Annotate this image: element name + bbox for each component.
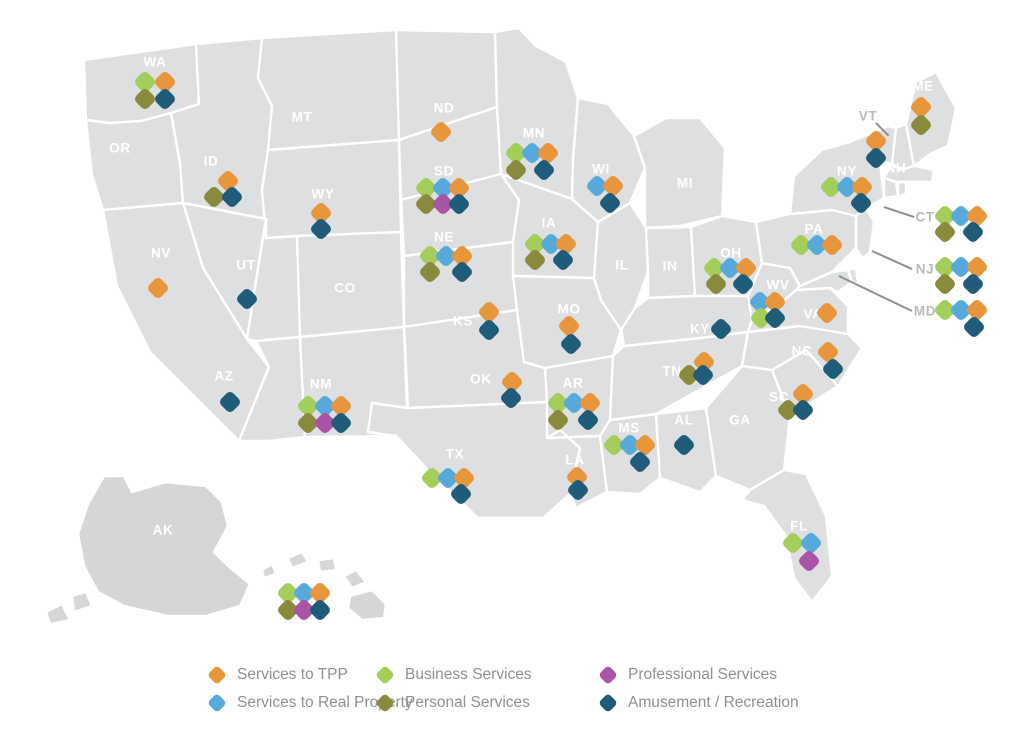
legend-item-amusement_recreation[interactable]: Amusement / Recreation <box>598 693 801 713</box>
state-shape-WY <box>260 138 403 240</box>
state-shape-AK <box>44 474 252 626</box>
legend-label-amusement_recreation: Amusement / Recreation <box>628 694 799 711</box>
legend-row-bottom: Services to Real Property Personal Servic… <box>207 693 801 713</box>
legend-swatch-personal_services-icon <box>375 693 395 713</box>
legend-label-professional_services: Professional Services <box>628 666 778 683</box>
state-shape-CT <box>882 176 900 200</box>
legend-swatch-professional_services-icon <box>598 665 618 685</box>
legend-item-professional_services[interactable]: Professional Services <box>598 665 801 685</box>
legend-item-services_real_property[interactable]: Services to Real Property <box>207 693 413 713</box>
state-shape-CO <box>295 230 406 339</box>
state-shape-MT <box>256 28 401 152</box>
legend: Services to TPP Business Services Professi… <box>0 652 1030 745</box>
legend-item-personal_services[interactable]: Personal Services <box>375 693 601 713</box>
state-shape-IN <box>644 225 697 300</box>
legend-swatch-services_real_property-icon <box>207 693 227 713</box>
map-visualization: WA OR ID MT WY NV UT CO CA AZ NM ND SD NE KS MN WI IA MO IL… <box>0 0 1030 745</box>
state-shape-MI <box>632 116 727 230</box>
state-shape-OR <box>84 111 185 212</box>
legend-label-personal_services: Personal Services <box>405 694 530 711</box>
legend-item-business_services[interactable]: Business Services <box>375 665 601 685</box>
state-shapes <box>44 26 958 626</box>
legend-swatch-services_tpp-icon <box>207 665 227 685</box>
legend-swatch-amusement_recreation-icon <box>598 693 618 713</box>
legend-swatch-business_services-icon <box>375 665 395 685</box>
state-shape-RI <box>896 180 908 198</box>
legend-item-services_tpp[interactable]: Services to TPP <box>207 665 378 685</box>
legend-label-business_services: Business Services <box>405 666 532 683</box>
legend-row-top: Services to TPP Business Services Professi… <box>207 665 801 685</box>
us-map: WA OR ID MT WY NV UT CO CA AZ NM ND SD NE KS MN WI IA MO IL… <box>0 0 1030 650</box>
legend-label-services_tpp: Services to TPP <box>237 666 348 683</box>
